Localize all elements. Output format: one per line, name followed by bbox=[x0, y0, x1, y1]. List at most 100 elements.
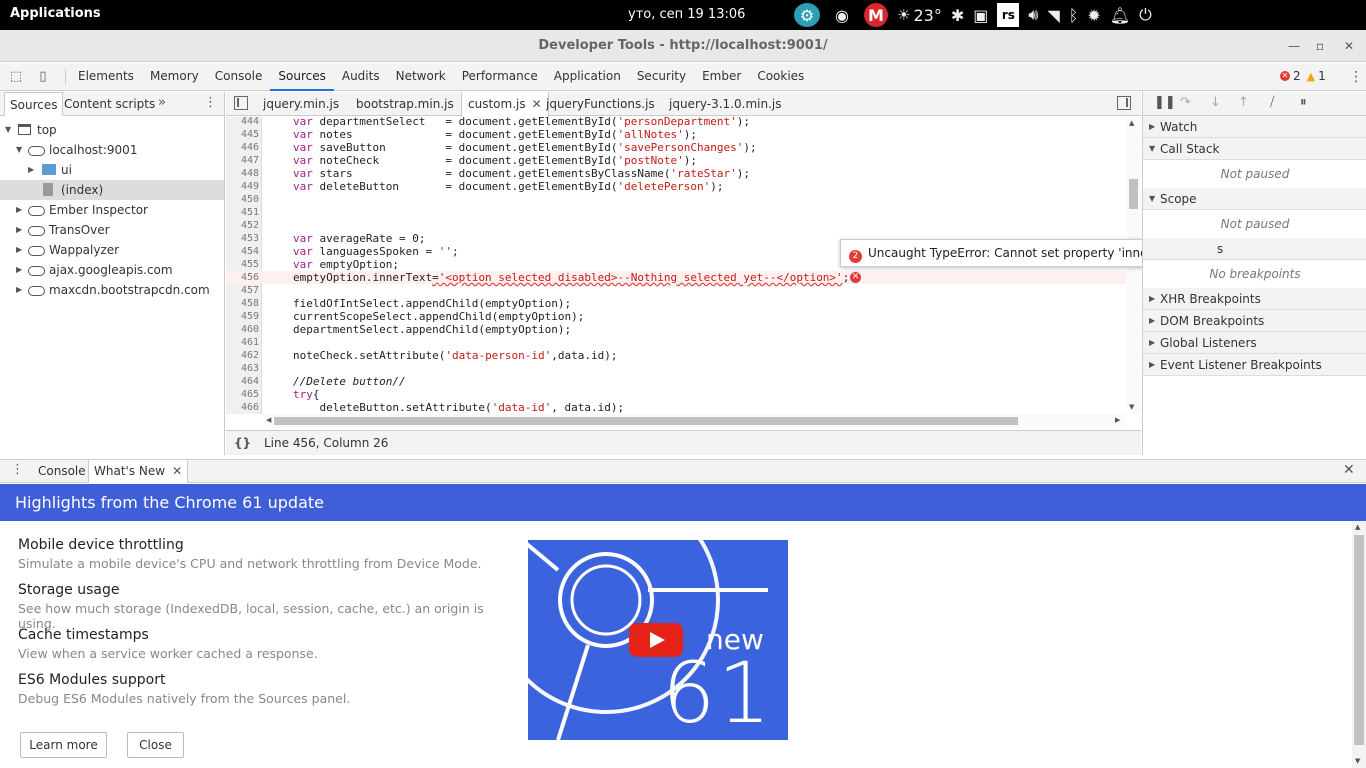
line-number[interactable]: 455 bbox=[226, 258, 259, 271]
close-window-button[interactable]: ✕ bbox=[1339, 36, 1359, 56]
minimize-button[interactable]: — bbox=[1284, 36, 1304, 56]
tab-sources-files[interactable]: Sources bbox=[4, 92, 64, 116]
close-button[interactable]: Close bbox=[127, 732, 184, 758]
line-number[interactable]: 450 bbox=[226, 193, 259, 206]
tab-audits[interactable]: Audits bbox=[334, 63, 388, 91]
close-drawer-icon[interactable]: ✕ bbox=[1343, 462, 1355, 478]
close-tab-icon[interactable]: ✕ bbox=[172, 464, 182, 478]
inline-error-icon[interactable]: ✕ bbox=[850, 272, 861, 283]
tab-security[interactable]: Security bbox=[629, 63, 694, 91]
bluetooth-icon[interactable]: ᛒ bbox=[1069, 3, 1079, 27]
tree-item-wappalyzer[interactable]: ▶ Wappalyzer bbox=[0, 240, 224, 260]
drawer-tab-console[interactable]: Console bbox=[33, 460, 91, 483]
breakpoints-section[interactable]: s bbox=[1143, 238, 1366, 260]
drawer-menu-icon[interactable]: ⋮ bbox=[11, 462, 24, 477]
bug-icon[interactable]: ✱ bbox=[951, 3, 964, 27]
tree-item-ui[interactable]: ▶ ui bbox=[0, 160, 224, 180]
line-number[interactable]: 463 bbox=[226, 362, 259, 375]
step-out-icon[interactable]: ↑ bbox=[1238, 95, 1249, 110]
discord-icon[interactable]: ◉ bbox=[829, 3, 855, 27]
toggle-debugger-icon[interactable] bbox=[1117, 96, 1131, 110]
line-number[interactable]: 446 bbox=[226, 141, 259, 154]
learn-more-button[interactable]: Learn more bbox=[20, 732, 107, 758]
tools-icon[interactable]: ⚙ bbox=[794, 3, 820, 27]
applications-menu[interactable]: Applications bbox=[10, 6, 101, 21]
line-number[interactable]: 456 bbox=[226, 271, 259, 284]
scrollbar-thumb[interactable] bbox=[274, 417, 1018, 425]
devtools-menu-icon[interactable]: ⋮ bbox=[1349, 69, 1363, 85]
line-number[interactable]: 458 bbox=[226, 297, 259, 310]
global-listeners-section[interactable]: ▶ Global Listeners bbox=[1143, 332, 1366, 354]
scope-section[interactable]: ▼ Scope bbox=[1143, 188, 1366, 210]
navigator-menu-icon[interactable]: ⋮ bbox=[204, 95, 217, 110]
video-thumbnail[interactable]: new 61 bbox=[528, 540, 788, 740]
wifi-icon[interactable]: ◥ bbox=[1047, 3, 1059, 27]
line-number[interactable]: 462 bbox=[226, 349, 259, 362]
pause-on-exceptions-icon[interactable]: ⏸ bbox=[1300, 95, 1307, 110]
line-number[interactable]: 444 bbox=[226, 117, 259, 128]
line-number[interactable]: 453 bbox=[226, 232, 259, 245]
clock[interactable]: уто, сеп 19 13:06 bbox=[628, 7, 745, 22]
scroll-up-icon[interactable]: ▲ bbox=[1355, 523, 1360, 531]
pretty-print-button[interactable]: {} bbox=[234, 431, 251, 455]
pause-icon[interactable]: ❚❚ bbox=[1154, 95, 1176, 110]
scroll-down-icon[interactable]: ▼ bbox=[1129, 403, 1134, 411]
line-number[interactable]: 447 bbox=[226, 154, 259, 167]
settings-icon[interactable]: ✹ bbox=[1087, 3, 1100, 27]
line-number[interactable]: 461 bbox=[226, 336, 259, 349]
power-icon[interactable]: ⏻ bbox=[1139, 3, 1152, 27]
screenshot-icon[interactable]: ▣ bbox=[973, 3, 988, 27]
editor-tab-custom[interactable]: custom.js ✕ bbox=[461, 92, 549, 117]
tab-network[interactable]: Network bbox=[388, 63, 454, 91]
line-number[interactable]: 457 bbox=[226, 284, 259, 297]
tab-console[interactable]: Console bbox=[207, 63, 271, 91]
scroll-up-icon[interactable]: ▲ bbox=[1129, 119, 1134, 127]
scroll-left-icon[interactable]: ◀ bbox=[266, 416, 271, 424]
tab-sources[interactable]: Sources bbox=[270, 63, 334, 91]
tree-item-localhost[interactable]: ▼ localhost:9001 bbox=[0, 140, 224, 160]
device-toolbar-icon[interactable]: ▯ bbox=[35, 69, 51, 85]
weather-indicator[interactable]: ☀ 23° bbox=[897, 3, 942, 27]
tree-item-ember-inspector[interactable]: ▶ Ember Inspector bbox=[0, 200, 224, 220]
step-over-icon[interactable]: ↷ bbox=[1180, 95, 1191, 110]
tree-item-ajax-googleapis[interactable]: ▶ ajax.googleapis.com bbox=[0, 260, 224, 280]
scroll-right-icon[interactable]: ▶ bbox=[1115, 416, 1120, 424]
line-number[interactable]: 454 bbox=[226, 245, 259, 258]
tree-item-index[interactable]: (index) bbox=[0, 180, 224, 200]
scrollbar-thumb[interactable] bbox=[1129, 179, 1138, 209]
tab-application[interactable]: Application bbox=[546, 63, 629, 91]
line-number[interactable]: 452 bbox=[226, 219, 259, 232]
toggle-navigator-icon[interactable] bbox=[234, 96, 248, 110]
line-number[interactable]: 465 bbox=[226, 388, 259, 401]
line-number[interactable]: 448 bbox=[226, 167, 259, 180]
scroll-down-icon[interactable]: ▼ bbox=[1355, 757, 1360, 765]
editor-tab-jquery-functions[interactable]: jqueryFunctions.js bbox=[540, 92, 661, 116]
editor-tab-jquery-3[interactable]: jquery-3.1.0.min.js bbox=[663, 92, 787, 116]
line-number[interactable]: 449 bbox=[226, 180, 259, 193]
line-number[interactable]: 459 bbox=[226, 310, 259, 323]
line-number[interactable]: 464 bbox=[226, 375, 259, 388]
tab-elements[interactable]: Elements bbox=[70, 63, 142, 91]
volume-icon[interactable]: 🔊︎ bbox=[1028, 3, 1038, 27]
watch-section[interactable]: ▶ Watch bbox=[1143, 116, 1366, 138]
tab-memory[interactable]: Memory bbox=[142, 63, 207, 91]
notifications-icon[interactable]: 🔔︎ bbox=[1110, 3, 1130, 27]
whats-new-scrollbar[interactable]: ▲ ▼ bbox=[1352, 521, 1366, 768]
xhr-breakpoints-section[interactable]: ▶ XHR Breakpoints bbox=[1143, 288, 1366, 310]
rs-icon[interactable]: rs bbox=[997, 3, 1020, 27]
tree-item-maxcdn[interactable]: ▶ maxcdn.bootstrapcdn.com bbox=[0, 280, 224, 300]
dom-breakpoints-section[interactable]: ▶ DOM Breakpoints bbox=[1143, 310, 1366, 332]
deactivate-breakpoints-icon[interactable]: ⧸ bbox=[1270, 95, 1274, 110]
line-number[interactable]: 466 bbox=[226, 401, 259, 414]
mega-icon[interactable]: M bbox=[864, 3, 888, 27]
event-listener-breakpoints-section[interactable]: ▶ Event Listener Breakpoints bbox=[1143, 354, 1366, 376]
call-stack-section[interactable]: ▼ Call Stack bbox=[1143, 138, 1366, 160]
line-number[interactable]: 460 bbox=[226, 323, 259, 336]
tab-content-scripts[interactable]: Content scripts bbox=[59, 92, 160, 116]
error-warning-counter[interactable]: ✕ 2 ▲ 1 bbox=[1280, 69, 1326, 83]
step-into-icon[interactable]: ↓ bbox=[1210, 95, 1221, 110]
tab-ember[interactable]: Ember bbox=[694, 63, 749, 91]
inspect-element-icon[interactable]: ⬚ bbox=[8, 69, 24, 85]
editor-horizontal-scrollbar[interactable]: ◀ ▶ bbox=[264, 414, 1127, 428]
maximize-button[interactable]: ▫ bbox=[1310, 36, 1330, 56]
